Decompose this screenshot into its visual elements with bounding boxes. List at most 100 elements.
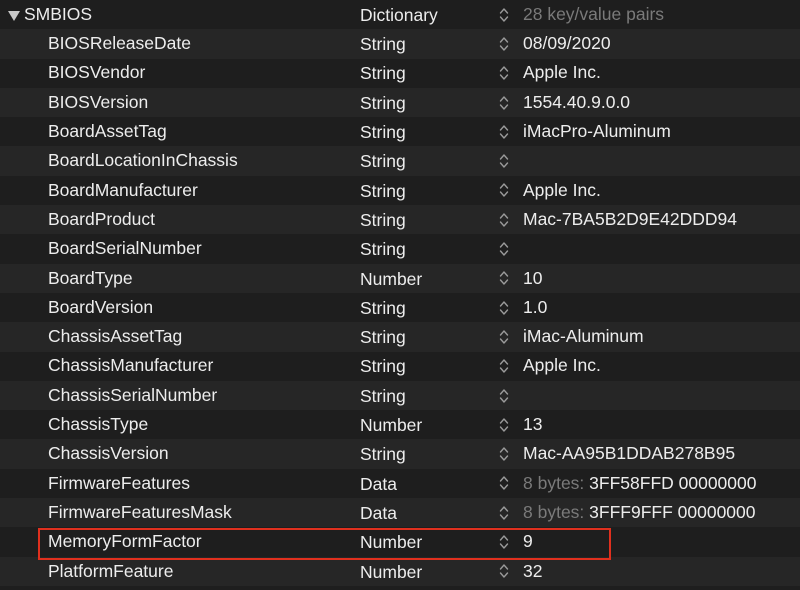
- row-type[interactable]: String: [360, 322, 406, 351]
- plist-row[interactable]: ChassisType Number 13: [0, 410, 800, 440]
- row-type[interactable]: String: [360, 117, 406, 146]
- row-type[interactable]: String: [360, 176, 406, 205]
- row-key[interactable]: ChassisType: [48, 410, 148, 439]
- row-type[interactable]: String: [360, 293, 406, 322]
- row-value[interactable]: 1554.40.9.0.0: [523, 88, 630, 117]
- row-type[interactable]: Number: [360, 264, 422, 293]
- row-key[interactable]: BoardProduct: [48, 205, 155, 234]
- row-key[interactable]: BIOSVersion: [48, 88, 148, 117]
- row-value[interactable]: iMac-Aluminum: [523, 322, 644, 351]
- up-down-stepper-icon[interactable]: [499, 59, 511, 88]
- row-type[interactable]: String: [360, 29, 406, 58]
- plist-row[interactable]: FirmwareFeatures Data 8 bytes: 3FF58FFD 00…: [0, 468, 800, 499]
- row-type[interactable]: Number: [360, 557, 422, 586]
- row-key[interactable]: BoardSerialNumber: [48, 234, 202, 263]
- row-value[interactable]: 8 bytes: 3FF58FFD 00000000: [523, 469, 757, 498]
- row-type[interactable]: String: [360, 88, 406, 117]
- row-value[interactable]: 10: [523, 264, 542, 293]
- up-down-stepper-icon[interactable]: [499, 322, 511, 351]
- plist-editor: SMBIOS Dictionary 28 key/value pairs BIO…: [0, 0, 800, 590]
- plist-row[interactable]: ChassisVersion String Mac-AA95B1DDAB278B95: [0, 439, 800, 469]
- plist-row[interactable]: BoardManufacturer String Apple Inc.: [0, 175, 800, 206]
- up-down-stepper-icon[interactable]: [499, 176, 511, 205]
- row-key[interactable]: ChassisManufacturer: [48, 352, 213, 381]
- row-value[interactable]: 13: [523, 410, 542, 439]
- up-down-stepper-icon[interactable]: [499, 352, 511, 381]
- row-key[interactable]: BIOSReleaseDate: [48, 29, 191, 58]
- plist-row[interactable]: BIOSReleaseDate String 08/09/2020: [0, 29, 800, 59]
- row-value[interactable]: 8 bytes: 3FFF9FFF 00000000: [523, 498, 756, 527]
- plist-row[interactable]: ChassisAssetTag String iMac-Aluminum: [0, 322, 800, 352]
- row-key[interactable]: BIOSVendor: [48, 59, 145, 88]
- row-type[interactable]: Number: [360, 527, 422, 556]
- plist-row[interactable]: BIOSVendor String Apple Inc.: [0, 58, 800, 88]
- row-key[interactable]: BoardVersion: [48, 293, 153, 322]
- row-value[interactable]: 08/09/2020: [523, 29, 611, 58]
- plist-row[interactable]: ChassisManufacturer String Apple Inc.: [0, 351, 800, 381]
- up-down-stepper-icon[interactable]: [499, 29, 511, 58]
- up-down-stepper-icon[interactable]: [499, 0, 511, 29]
- row-key[interactable]: BoardLocationInChassis: [48, 146, 238, 175]
- plist-row[interactable]: BoardAssetTag String iMacPro-Aluminum: [0, 117, 800, 147]
- up-down-stepper-icon[interactable]: [499, 88, 511, 117]
- plist-row[interactable]: BIOSVersion String 1554.40.9.0.0: [0, 87, 800, 118]
- row-value[interactable]: Apple Inc.: [523, 59, 601, 88]
- row-key[interactable]: ChassisSerialNumber: [48, 381, 217, 410]
- plist-row[interactable]: BoardType Number 10: [0, 263, 800, 293]
- up-down-stepper-icon[interactable]: [499, 498, 511, 527]
- disclosure-triangle-expanded-icon[interactable]: [8, 10, 20, 21]
- plist-row[interactable]: FirmwareFeaturesMask Data 8 bytes: 3FFF9FF…: [0, 498, 800, 528]
- row-type[interactable]: String: [360, 146, 406, 175]
- up-down-stepper-icon[interactable]: [499, 469, 511, 498]
- row-type[interactable]: String: [360, 381, 406, 410]
- up-down-stepper-icon[interactable]: [499, 234, 511, 263]
- plist-row-smbios[interactable]: SMBIOS Dictionary 28 key/value pairs: [0, 0, 800, 30]
- row-key[interactable]: ChassisVersion: [48, 439, 169, 468]
- row-value[interactable]: Apple Inc.: [523, 176, 601, 205]
- row-key[interactable]: BoardAssetTag: [48, 117, 167, 146]
- row-value[interactable]: iMacPro-Aluminum: [523, 117, 671, 146]
- row-value[interactable]: Mac-7BA5B2D9E42DDD94: [523, 205, 737, 234]
- up-down-stepper-icon[interactable]: [499, 527, 511, 556]
- row-value[interactable]: Apple Inc.: [523, 352, 601, 381]
- row-type[interactable]: String: [360, 234, 406, 263]
- row-key[interactable]: FirmwareFeaturesMask: [48, 498, 232, 527]
- up-down-stepper-icon[interactable]: [499, 205, 511, 234]
- row-type[interactable]: String: [360, 59, 406, 88]
- up-down-stepper-icon[interactable]: [499, 293, 511, 322]
- row-key[interactable]: BoardType: [48, 264, 133, 293]
- row-type[interactable]: Dictionary: [360, 0, 438, 29]
- row-value[interactable]: 1.0: [523, 293, 547, 322]
- row-key[interactable]: FirmwareFeatures: [48, 469, 190, 498]
- plist-row[interactable]: BoardSerialNumber String: [0, 234, 800, 264]
- row-key[interactable]: SMBIOS: [8, 0, 92, 29]
- row-type[interactable]: String: [360, 439, 406, 468]
- up-down-stepper-icon[interactable]: [499, 264, 511, 293]
- plist-row[interactable]: BoardVersion String 1.0: [0, 292, 800, 323]
- row-value[interactable]: Mac-AA95B1DDAB278B95: [523, 439, 735, 468]
- value-text: iMacPro-Aluminum: [523, 121, 671, 142]
- plist-row[interactable]: BoardProduct String Mac-7BA5B2D9E42DDD94: [0, 205, 800, 235]
- up-down-stepper-icon[interactable]: [499, 381, 511, 410]
- up-down-stepper-icon[interactable]: [499, 146, 511, 175]
- row-type[interactable]: Data: [360, 469, 397, 498]
- row-key[interactable]: MemoryFormFactor: [48, 527, 202, 556]
- up-down-stepper-icon[interactable]: [499, 117, 511, 146]
- row-key[interactable]: PlatformFeature: [48, 557, 173, 586]
- row-type[interactable]: String: [360, 205, 406, 234]
- row-type[interactable]: Data: [360, 498, 397, 527]
- up-down-stepper-icon[interactable]: [499, 557, 511, 586]
- row-value[interactable]: 9: [523, 527, 533, 556]
- up-down-stepper-icon[interactable]: [499, 410, 511, 439]
- row-type[interactable]: String: [360, 352, 406, 381]
- up-down-stepper-icon[interactable]: [499, 439, 511, 468]
- row-key[interactable]: BoardManufacturer: [48, 176, 198, 205]
- row-type[interactable]: Number: [360, 410, 422, 439]
- plist-row[interactable]: MemoryFormFactor Number 9: [0, 527, 800, 557]
- row-value[interactable]: 32: [523, 557, 542, 586]
- row-value[interactable]: 28 key/value pairs: [523, 0, 664, 29]
- plist-row[interactable]: PlatformFeature Number 32: [0, 556, 800, 586]
- plist-row[interactable]: BoardLocationInChassis String: [0, 146, 800, 176]
- row-key[interactable]: ChassisAssetTag: [48, 322, 182, 351]
- plist-row[interactable]: ChassisSerialNumber String: [0, 380, 800, 411]
